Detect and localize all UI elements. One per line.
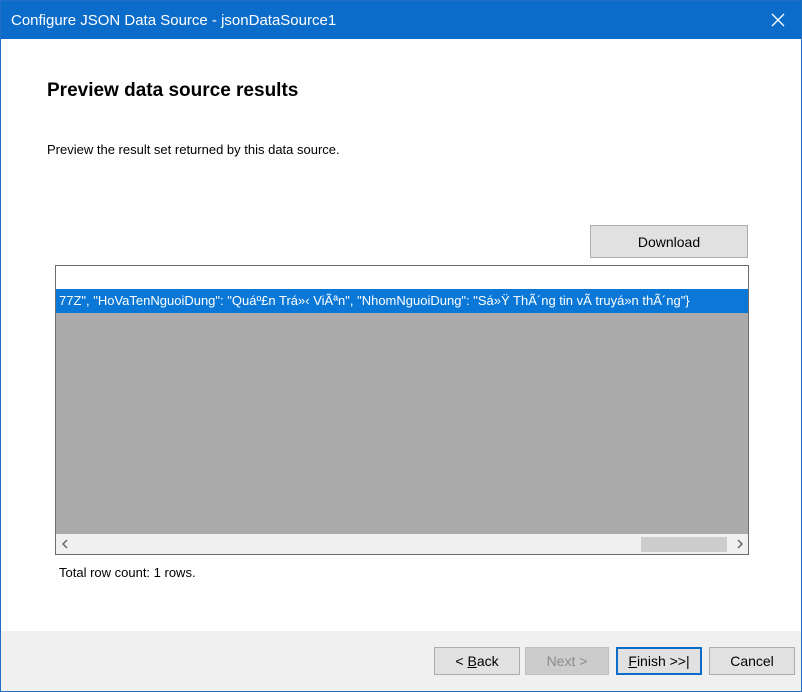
back-prefix: < xyxy=(455,653,468,669)
next-button[interactable]: Next > xyxy=(525,647,609,675)
finish-button[interactable]: Finish >>| xyxy=(616,647,702,675)
chevron-right-icon xyxy=(737,539,743,549)
close-button[interactable] xyxy=(755,1,801,39)
results-grid[interactable]: 77Z", "HoVaTenNguoiDung": "Quáº£n Trá»‹ … xyxy=(55,265,749,555)
page-description: Preview the result set returned by this … xyxy=(47,142,340,157)
chevron-left-icon xyxy=(61,539,67,549)
scrollbar-thumb[interactable] xyxy=(641,537,727,552)
finish-mnemonic: F xyxy=(628,653,637,669)
download-button[interactable]: Download xyxy=(590,225,748,258)
scroll-left-button[interactable] xyxy=(56,534,73,554)
table-row[interactable]: 77Z", "HoVaTenNguoiDung": "Quáº£n Trá»‹ … xyxy=(56,289,748,313)
back-mnemonic: B xyxy=(467,653,477,669)
finish-label-rest: inish >>| xyxy=(636,653,690,669)
page-title: Preview data source results xyxy=(47,80,299,101)
dialog-window: Configure JSON Data Source - jsonDataSou… xyxy=(0,0,802,692)
cancel-button[interactable]: Cancel xyxy=(709,647,795,675)
horizontal-scrollbar[interactable] xyxy=(56,534,748,554)
back-label-rest: ack xyxy=(476,653,499,669)
close-icon xyxy=(771,13,785,27)
grid-header xyxy=(56,266,748,289)
title-bar[interactable]: Configure JSON Data Source - jsonDataSou… xyxy=(1,1,801,39)
grid-empty-area xyxy=(56,313,748,534)
window-title: Configure JSON Data Source - jsonDataSou… xyxy=(11,12,337,29)
row-count-label: Total row count: 1 rows. xyxy=(59,565,196,580)
scroll-right-button[interactable] xyxy=(731,534,748,554)
back-button[interactable]: < Back xyxy=(434,647,520,675)
